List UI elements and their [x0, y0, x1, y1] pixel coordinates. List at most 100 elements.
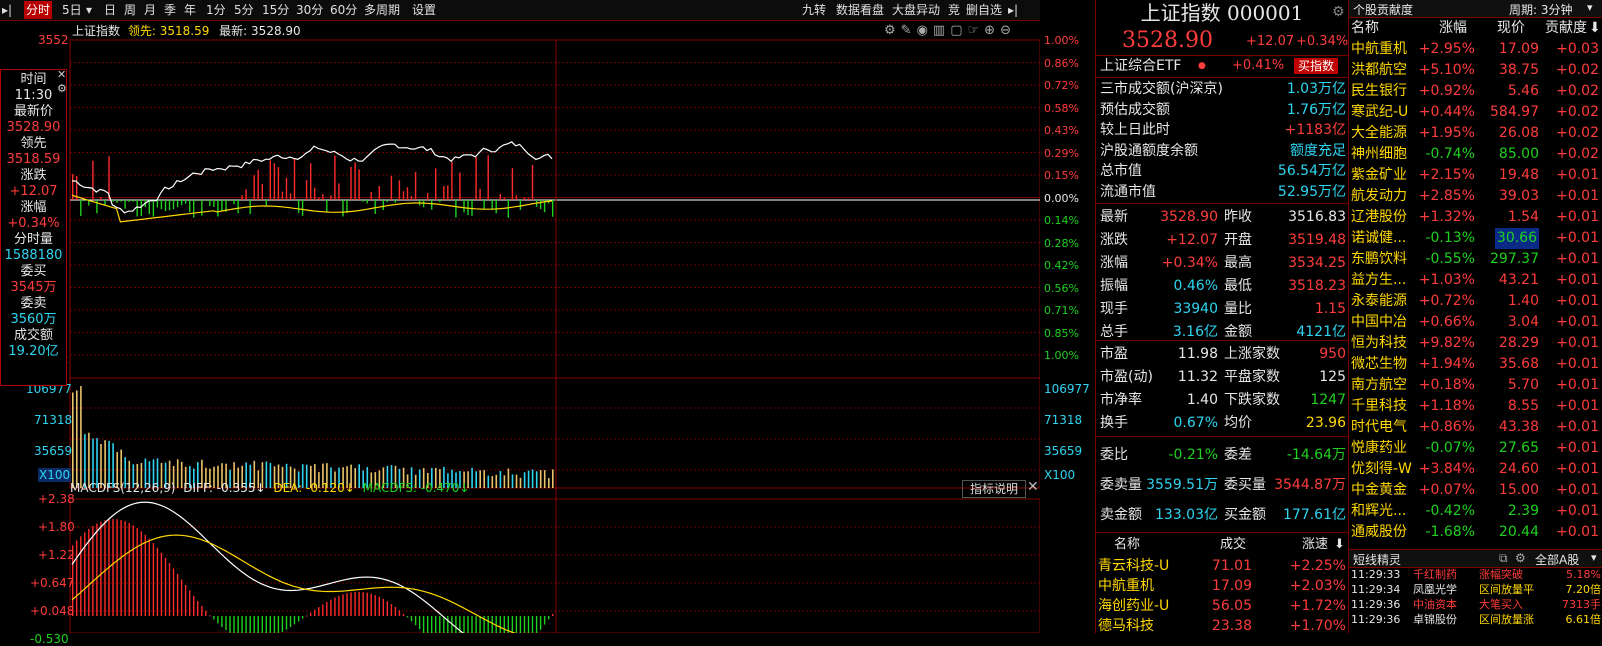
- contrib-row[interactable]: 千里科技 +1.18% 8.55 +0.01: [1349, 396, 1602, 417]
- tab-multi-period[interactable]: 多周期: [364, 1, 400, 19]
- contrib-row[interactable]: 微芯生物 +1.94% 35.68 +0.01: [1349, 354, 1602, 375]
- contrib-row[interactable]: 恒为科技 +9.82% 28.29 +0.01: [1349, 333, 1602, 354]
- contrib-row[interactable]: 神州细胞 -0.74% 85.00 +0.02: [1349, 144, 1602, 165]
- tab-week[interactable]: 周: [124, 1, 136, 19]
- sell-power-bar: [539, 200, 542, 209]
- col-contrib[interactable]: 贡献度: [1545, 18, 1587, 39]
- tab-season[interactable]: 季: [164, 1, 176, 19]
- contrib-row[interactable]: 南方航空 +0.18% 5.70 +0.01: [1349, 375, 1602, 396]
- indicator-help-button[interactable]: 指标说明: [962, 480, 1026, 498]
- contrib-row[interactable]: 东鹏饮料 -0.55% 297.37 +0.01: [1349, 249, 1602, 270]
- summary-row: 三市成交额(沪深京) 1.03万亿: [1096, 79, 1348, 99]
- contrib-row[interactable]: 永泰能源 +0.72% 1.40 +0.01: [1349, 291, 1602, 312]
- lock-icon[interactable]: ▢: [950, 23, 967, 38]
- macd-bar: [305, 615, 308, 617]
- panel-settings-icon[interactable]: ⚙: [1332, 4, 1345, 20]
- tab-settings[interactable]: 设置: [412, 1, 436, 19]
- btn-jiuzhuan[interactable]: 九转: [802, 1, 826, 19]
- tooltip-close-icon[interactable]: ✕: [57, 68, 66, 81]
- flash-filter-dropdown-icon[interactable]: ▾: [1591, 551, 1597, 564]
- expand-icon[interactable]: ⧉: [1499, 551, 1508, 566]
- buy-index-button[interactable]: 买指数: [1294, 58, 1339, 74]
- speed-list-row[interactable]: 青云科技-U 71.01 +2.25%: [1096, 556, 1348, 576]
- macd-axis-label: +0.647: [30, 576, 75, 590]
- settings-icon[interactable]: ⚙: [884, 23, 901, 38]
- tab-30min[interactable]: 30分: [296, 1, 323, 19]
- quote-row: 涨幅 +0.34% 最高 3534.25: [1096, 253, 1348, 273]
- top-price-label: 3552: [38, 33, 69, 47]
- toolbar-arrow-icon[interactable]: ▸|: [2, 1, 12, 19]
- contrib-row[interactable]: 益方生... +1.03% 43.21 +0.01: [1349, 270, 1602, 291]
- contrib-row[interactable]: 和辉光... -0.42% 2.39 +0.01: [1349, 501, 1602, 522]
- col-speed[interactable]: 涨速: [1302, 535, 1328, 555]
- pct-axis-label: 0.72%: [1044, 79, 1079, 92]
- speed-list-row[interactable]: 德马科技 23.38 +1.70%: [1096, 616, 1348, 636]
- contrib-row[interactable]: 优刻得-W +3.84% 24.60 +0.01: [1349, 459, 1602, 480]
- draw-icon[interactable]: ✎: [901, 23, 917, 38]
- tab-5day[interactable]: 5日: [62, 1, 82, 19]
- contrib-row[interactable]: 大全能源 +1.95% 26.08 +0.02: [1349, 123, 1602, 144]
- macd-bar: [463, 616, 465, 633]
- sell-power-bar: [431, 200, 433, 210]
- hand-icon[interactable]: ☞: [968, 23, 985, 38]
- period-dropdown-icon[interactable]: ▾: [1587, 1, 1593, 14]
- contrib-row[interactable]: 诺诚健... -0.13% 30.66 +0.01: [1349, 228, 1602, 249]
- stock-price: 28.29: [1498, 335, 1539, 351]
- speed-list-row[interactable]: 中航重机 17.09 +2.03%: [1096, 576, 1348, 596]
- eye-icon[interactable]: ◉: [917, 23, 933, 38]
- contrib-row[interactable]: 民生银行 +0.92% 5.46 +0.02: [1349, 81, 1602, 102]
- delete-icon[interactable]: ▥: [933, 23, 950, 38]
- stock-pct: -0.07%: [1425, 440, 1475, 456]
- btn-remove-watchlist[interactable]: 删自选: [966, 1, 1002, 19]
- zoom-out-icon[interactable]: ⊖: [1000, 23, 1016, 38]
- volume-bar: [531, 469, 534, 488]
- tab-15min[interactable]: 15分: [262, 1, 289, 19]
- flash-filter[interactable]: 全部A股: [1535, 551, 1579, 568]
- tab-1min[interactable]: 1分: [206, 1, 226, 19]
- macd-close-icon[interactable]: ✕: [1027, 479, 1039, 495]
- tab-60min[interactable]: 60分: [330, 1, 357, 19]
- flash-row[interactable]: 11:29:36 中油资本 大笔买入 7313手: [1349, 599, 1602, 611]
- stock-name: 千里科技: [1351, 398, 1407, 414]
- tab-day[interactable]: 日: [104, 1, 116, 19]
- zoom-in-icon[interactable]: ⊕: [984, 23, 1000, 38]
- stock-pct: +1.18%: [1418, 398, 1475, 414]
- pct-axis-label: 1.00%: [1044, 34, 1079, 47]
- contrib-row[interactable]: 航发动力 +2.85% 39.03 +0.01: [1349, 186, 1602, 207]
- contrib-row[interactable]: 通威股份 -1.68% 20.44 +0.01: [1349, 522, 1602, 543]
- flash-settings-icon[interactable]: ⚙: [1515, 551, 1526, 565]
- chart-index-name: 上证指数: [72, 24, 121, 38]
- contrib-row[interactable]: 悦康药业 -0.07% 27.65 +0.01: [1349, 438, 1602, 459]
- etf-row[interactable]: 上证综合ETF ● +0.41% 买指数: [1096, 56, 1348, 76]
- sell-power-bar: [160, 200, 163, 210]
- sort-down-icon[interactable]: ⬇: [1589, 18, 1601, 39]
- contrib-row[interactable]: 中金黄金 +0.07% 15.00 +0.01: [1349, 480, 1602, 501]
- contrib-row[interactable]: 紫金矿业 +2.15% 19.48 +0.01: [1349, 165, 1602, 186]
- btn-auction[interactable]: 竞: [948, 1, 960, 19]
- toolbar-right-arrow-icon[interactable]: ▸|: [1008, 1, 1018, 19]
- btn-data-board[interactable]: 数据看盘: [836, 1, 884, 19]
- contrib-row[interactable]: 洪都航空 +5.10% 38.75 +0.02: [1349, 60, 1602, 81]
- flash-row[interactable]: 11:29:33 千红制药 涨幅突破 5.18%: [1349, 569, 1602, 581]
- btn-market-anomaly[interactable]: 大盘异动: [892, 1, 940, 19]
- tab-year[interactable]: 年: [184, 1, 196, 19]
- contrib-row[interactable]: 辽港股份 +1.32% 1.54 +0.01: [1349, 207, 1602, 228]
- period-selector[interactable]: 周期: 3分钟: [1509, 1, 1573, 18]
- tab-fenshi[interactable]: 分时: [24, 1, 53, 19]
- flash-row[interactable]: 11:29:34 凤凰光学 区间放量平 7.20倍: [1349, 584, 1602, 596]
- contrib-row[interactable]: 时代电气 +0.86% 43.38 +0.01: [1349, 417, 1602, 438]
- contrib-row[interactable]: 中航重机 +2.95% 17.09 +0.03: [1349, 39, 1602, 60]
- speed-list-row[interactable]: 海创药业-U 56.05 +1.72%: [1096, 596, 1348, 616]
- tooltip-settings-icon[interactable]: ⚙: [57, 82, 67, 95]
- tab-month[interactable]: 月: [144, 1, 156, 19]
- flash-row[interactable]: 11:29:36 卓锦股份 区间放量涨 6.61倍: [1349, 614, 1602, 626]
- sell-power-bar: [326, 200, 328, 212]
- diff-line: [71, 501, 465, 633]
- volume-bar: [535, 471, 538, 488]
- macd-bar: [112, 519, 114, 616]
- contrib-row[interactable]: 寒武纪-U +0.44% 584.97 +0.02: [1349, 102, 1602, 123]
- sort-down-icon[interactable]: ⬇: [1334, 535, 1345, 555]
- tab-5min[interactable]: 5分: [234, 1, 254, 19]
- dropdown-arrow-icon[interactable]: ▾: [86, 1, 92, 19]
- contrib-row[interactable]: 中国中冶 +0.66% 3.04 +0.01: [1349, 312, 1602, 333]
